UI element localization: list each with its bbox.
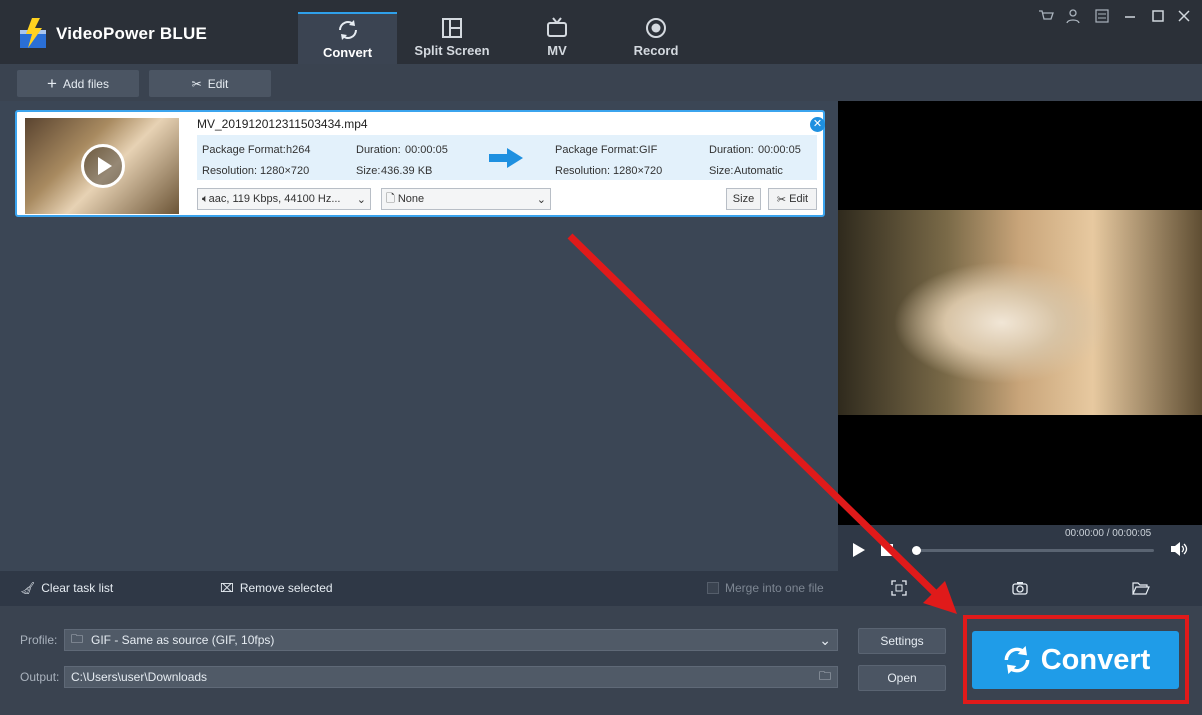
src-duration-label: Duration: — [356, 144, 401, 156]
folder-open-icon[interactable] — [1132, 580, 1150, 596]
fullscreen-icon[interactable] — [891, 580, 907, 596]
conversion-info: Package Format: h264 Resolution: 1280×72… — [197, 135, 817, 180]
merge-label: Merge into one file — [725, 581, 824, 595]
video-thumbnail[interactable] — [25, 118, 179, 214]
split-screen-icon — [442, 18, 462, 38]
playback-time: 00:00:00 / 00:00:05 — [1065, 528, 1152, 539]
chevron-down-icon: ⌄ — [819, 631, 831, 648]
app-title: VideoPower BLUE — [56, 24, 207, 43]
task-item[interactable]: MV_201912012311503434.mp4 ✕ Package Form… — [15, 110, 825, 217]
src-duration: 00:00:05 — [405, 144, 448, 156]
settings-button[interactable]: Settings — [858, 628, 946, 654]
document-icon: 🗋︎ — [386, 192, 395, 205]
maximize-icon[interactable] — [1150, 8, 1166, 24]
checkbox-icon — [707, 582, 719, 594]
seek-bar[interactable] — [914, 549, 1154, 552]
play-icon[interactable] — [852, 542, 866, 558]
audio-track-select[interactable]: 🔈︎ aac, 119 Kbps, 44100 Hz... ⌄ — [197, 188, 371, 210]
speaker-icon: 🔈︎ — [202, 192, 209, 205]
profile-label: Profile: — [20, 633, 58, 647]
volume-icon[interactable] — [1170, 541, 1188, 557]
settings-label: Settings — [880, 634, 924, 648]
output-path-field[interactable]: C:\Users\user\Downloads 🗀︎ — [64, 666, 838, 688]
src-size: 436.39 KB — [381, 165, 433, 177]
user-icon[interactable] — [1065, 8, 1081, 24]
clear-label: Clear task list — [41, 581, 114, 595]
folder-icon: 🗀︎ — [71, 631, 84, 646]
scissors-icon: ✂ — [191, 76, 202, 91]
open-button[interactable]: Open — [858, 665, 946, 691]
src-size-label: Size: — [356, 165, 381, 177]
refresh-icon — [338, 20, 357, 40]
src-format: h264 — [286, 144, 311, 156]
edit-button[interactable]: ✂ Edit — [149, 70, 271, 97]
tab-split-screen[interactable]: Split Screen — [402, 12, 502, 64]
highlight-box — [963, 615, 1189, 704]
chevron-down-icon: ⌄ — [356, 193, 366, 206]
src-resolution-label: Resolution: — [202, 165, 258, 177]
tab-label: Convert — [322, 45, 373, 60]
open-label: Open — [887, 671, 917, 685]
tab-label: MV — [547, 43, 567, 58]
plus-icon: + — [47, 74, 57, 93]
tab-label: Record — [633, 43, 679, 58]
src-resolution: 1280×720 — [260, 165, 310, 177]
scissors-icon: ✂ — [776, 193, 787, 206]
minimize-icon[interactable] — [1122, 8, 1138, 24]
subtitle-value: None — [397, 193, 425, 205]
app-logo — [20, 18, 46, 48]
size-label: Size — [732, 193, 755, 205]
menu-icon[interactable] — [1094, 8, 1110, 24]
dst-format: GIF — [639, 144, 658, 156]
profile-select[interactable]: 🗀︎ GIF - Same as source (GIF, 10fps) ⌄ — [64, 629, 838, 651]
tab-label: Split Screen — [414, 43, 490, 58]
close-icon[interactable] — [1176, 8, 1192, 24]
dst-format-label: Package Format: — [555, 144, 639, 156]
remove-selected-button[interactable]: ⌧ Remove selected — [220, 581, 333, 595]
task-edit-button[interactable]: ✂ Edit — [768, 188, 817, 210]
subtitle-select[interactable]: 🗋︎ None ⌄ — [381, 188, 551, 210]
output-label: Output: — [20, 670, 60, 684]
dst-duration: 00:00:05 — [758, 144, 801, 156]
dst-duration-label: Duration: — [709, 144, 754, 156]
tab-convert[interactable]: Convert — [298, 12, 397, 64]
audio-track-value: aac, 119 Kbps, 44100 Hz... — [208, 193, 341, 205]
stop-icon[interactable] — [881, 544, 893, 556]
file-name: MV_201912012311503434.mp4 — [197, 117, 368, 131]
output-value: C:\Users\user\Downloads — [71, 670, 208, 684]
remove-task-icon[interactable]: ✕ — [810, 117, 825, 132]
src-format-label: Package Format: — [202, 144, 286, 156]
task-edit-label: Edit — [789, 193, 809, 205]
dst-resolution: 1280×720 — [613, 165, 663, 177]
remove-icon: ⌧ — [220, 581, 234, 595]
cart-icon[interactable] — [1038, 8, 1054, 24]
clear-task-list-button[interactable]: 🧹︎ Clear task list — [20, 581, 113, 595]
play-icon[interactable] — [81, 144, 125, 188]
size-button[interactable]: Size — [726, 188, 761, 210]
preview-frame — [838, 210, 1202, 415]
record-icon — [646, 18, 666, 38]
remove-label: Remove selected — [239, 581, 333, 595]
camera-icon[interactable] — [1012, 580, 1028, 596]
broom-icon: 🧹︎ — [20, 581, 36, 595]
chevron-down-icon: ⌄ — [536, 193, 546, 206]
tab-mv[interactable]: MV — [507, 12, 607, 64]
seek-handle[interactable] — [912, 546, 921, 555]
merge-checkbox[interactable]: Merge into one file — [707, 581, 824, 595]
dst-resolution-label: Resolution: — [555, 165, 611, 177]
edit-label: Edit — [207, 76, 229, 91]
tab-record[interactable]: Record — [606, 12, 706, 64]
tv-icon — [547, 17, 567, 37]
add-files-button[interactable]: + Add files — [17, 70, 139, 97]
arrow-right-icon — [489, 148, 523, 168]
profile-value: GIF - Same as source (GIF, 10fps) — [91, 633, 275, 647]
dst-size: Automatic — [734, 165, 783, 177]
dst-size-label: Size: — [709, 165, 734, 177]
add-files-label: Add files — [62, 76, 109, 91]
folder-icon[interactable]: 🗀︎ — [819, 667, 831, 688]
